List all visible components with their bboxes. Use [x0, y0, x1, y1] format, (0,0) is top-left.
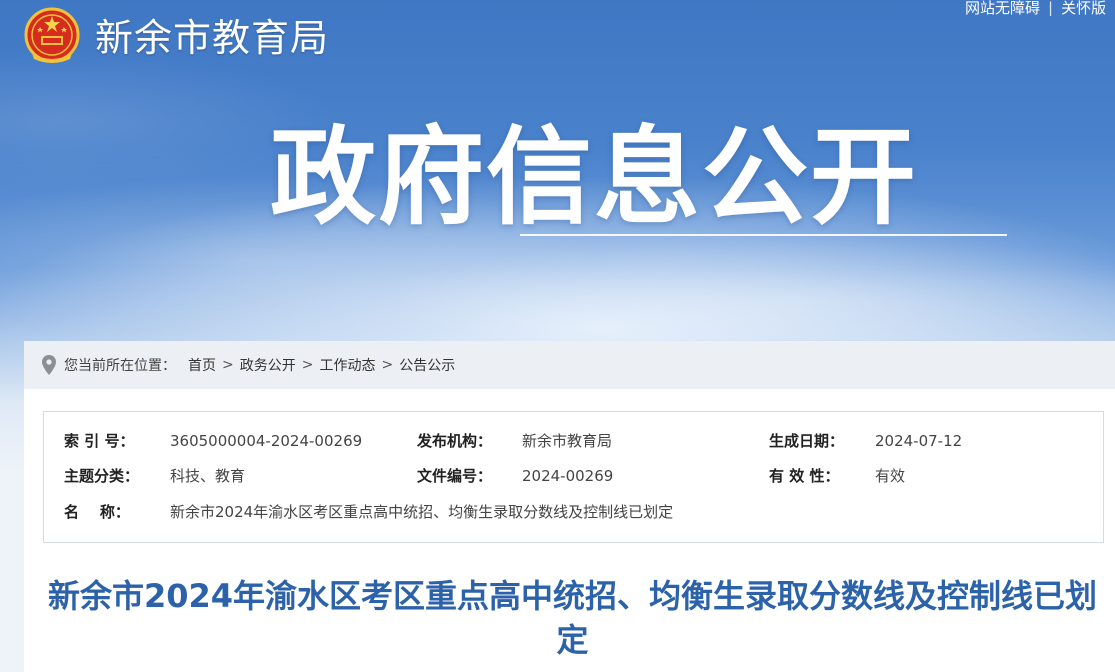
- publisher-value: 新余市教育局: [522, 432, 613, 450]
- index-no-value: 3605000004-2024-00269: [170, 432, 363, 450]
- article-title: 新余市2024年渝水区考区重点高中统招、均衡生录取分数线及控制线已划定: [47, 577, 1098, 659]
- created-date-label: 生成日期：: [769, 432, 845, 450]
- meta-row-2: 主题分类： 科技、教育 文件编号： 2024-00269 有 效 性： 有效: [44, 464, 1103, 488]
- breadcrumb-separator: >: [301, 357, 314, 373]
- breadcrumb: 您当前所在位置： 首页 > 政务公开 > 工作动态 > 公告公示: [24, 341, 1115, 389]
- topic-label: 主题分类：: [64, 467, 140, 485]
- accessibility-link[interactable]: 网站无障碍: [965, 0, 1040, 16]
- doc-name-value: 新余市2024年渝水区考区重点高中统招、均衡生录取分数线及控制线已划定: [170, 503, 674, 521]
- index-no-label: 索 引 号：: [64, 432, 135, 450]
- location-pin-icon: [42, 355, 56, 375]
- meta-row-1: 索 引 号： 3605000004-2024-00269 发布机构： 新余市教育…: [44, 429, 1103, 453]
- breadcrumb-separator: >: [381, 357, 394, 373]
- breadcrumb-notices[interactable]: 公告公示: [399, 355, 455, 375]
- publisher-label: 发布机构：: [417, 432, 493, 450]
- hero-title: 政府信息公开: [270, 116, 918, 239]
- national-emblem-icon: [24, 7, 80, 63]
- elder-mode-link[interactable]: 关怀版: [1061, 0, 1106, 16]
- link-separator: |: [1048, 0, 1054, 16]
- top-links: 网站无障碍 | 关怀版: [965, 0, 1115, 16]
- breadcrumb-home[interactable]: 首页: [188, 355, 216, 375]
- breadcrumb-gov-affairs[interactable]: 政务公开: [240, 355, 296, 375]
- breadcrumb-work-news[interactable]: 工作动态: [319, 355, 375, 375]
- meta-row-3: 名 称： 新余市2024年渝水区考区重点高中统招、均衡生录取分数线及控制线已划定: [44, 500, 1103, 524]
- doc-no-label: 文件编号：: [417, 467, 493, 485]
- validity-value: 有效: [875, 467, 906, 485]
- hero-underline: [520, 234, 1007, 236]
- doc-no-value: 2024-00269: [522, 467, 614, 485]
- created-date-value: 2024-07-12: [875, 432, 963, 450]
- site-title[interactable]: 新余市教育局: [95, 12, 329, 64]
- breadcrumb-separator: >: [222, 357, 234, 373]
- doc-name-label: 名 称：: [64, 503, 130, 521]
- validity-label: 有 效 性：: [769, 467, 840, 485]
- breadcrumb-label: 您当前所在位置：: [64, 358, 176, 374]
- document-meta-box: 索 引 号： 3605000004-2024-00269 发布机构： 新余市教育…: [43, 411, 1104, 543]
- topic-value: 科技、教育: [170, 467, 246, 485]
